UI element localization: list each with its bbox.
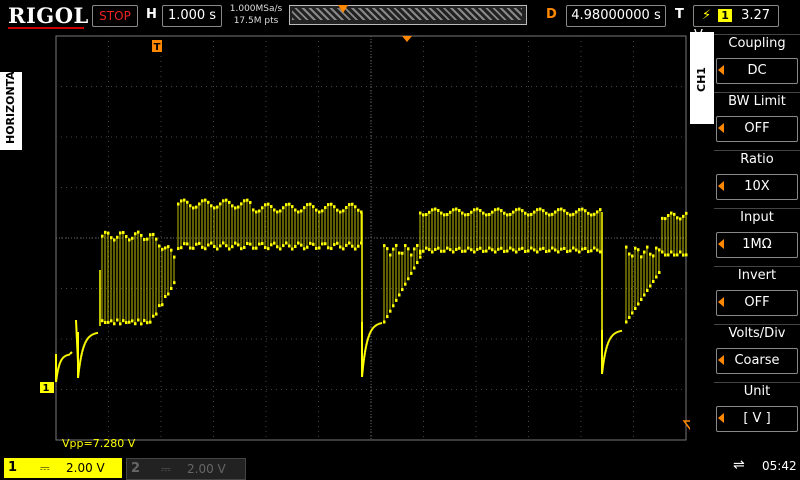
menu-divider xyxy=(714,266,800,267)
trigger-position-icon xyxy=(338,5,348,13)
trigger-label: T xyxy=(675,7,684,22)
trigger-position-marker: T xyxy=(152,40,162,53)
menu-divider xyxy=(714,324,800,325)
menu-label: Ratio xyxy=(740,152,774,167)
waveform-area[interactable]: T 1 HORIZONTAL xyxy=(0,32,800,450)
ch1-number: 1 xyxy=(8,460,18,475)
timebase-label: H xyxy=(146,7,157,22)
menu-button-ratio[interactable]: Ratio 10X xyxy=(714,150,800,206)
menu-value: [ V ] xyxy=(716,406,798,432)
menu-divider xyxy=(714,34,800,35)
menu-label: BW Limit xyxy=(728,94,786,109)
menu-arrow-icon xyxy=(718,123,724,133)
top-status-bar: RIGOL STOP H 1.000 s 1.000MSa/s 17.5M pt… xyxy=(0,0,800,43)
trigger-source: 1 xyxy=(718,9,732,22)
menu-value: OFF xyxy=(716,116,798,142)
trigger-info[interactable]: ⚡ 1 3.27 V xyxy=(693,5,779,43)
menu-value: 10X xyxy=(716,174,798,200)
menu-divider xyxy=(714,92,800,93)
menu-label: Invert xyxy=(737,268,777,283)
channel-menu: CH1 Coupling DC BW Limit OFF Ratio 10X Input 1M… xyxy=(690,32,800,450)
usb-icon: ⇌ xyxy=(733,457,745,473)
menu-arrow-icon xyxy=(718,181,724,191)
ch1-scale: 2.00 V xyxy=(66,461,105,475)
menu-arrow-icon xyxy=(718,297,724,307)
trigger-edge-icon: ⚡ xyxy=(702,8,712,23)
menu-label: Coupling xyxy=(728,36,786,51)
ch1-ground-marker[interactable]: 1 xyxy=(40,382,54,394)
menu-arrow-icon xyxy=(718,355,724,365)
menu-label: Unit xyxy=(743,384,771,399)
bottom-status-bar: 1 ⎓ 2.00 V 2 ⎓ 2.00 V ⇌ 05:42 xyxy=(0,450,800,480)
horizontal-menu-tab[interactable]: HORIZONTAL xyxy=(0,64,22,150)
menu-button-bw-limit[interactable]: BW Limit OFF xyxy=(714,92,800,148)
menu-value: Coarse xyxy=(716,348,798,374)
delay-value[interactable]: 4.98000000 s xyxy=(566,5,666,27)
menu-label: Volts/Div xyxy=(728,326,786,341)
menu-divider xyxy=(714,382,800,383)
svg-text:1: 1 xyxy=(43,383,50,394)
svg-text:T: T xyxy=(154,42,161,53)
ch1-status[interactable]: 1 ⎓ 2.00 V xyxy=(4,458,122,478)
sample-info: 1.000MSa/s 17.5M pts xyxy=(228,3,284,27)
menu-button-invert[interactable]: Invert OFF xyxy=(714,266,800,322)
menu-arrow-icon xyxy=(718,239,724,249)
menu-arrow-icon xyxy=(718,65,724,75)
menu-button-coupling[interactable]: Coupling DC xyxy=(714,34,800,90)
menu-value: OFF xyxy=(716,290,798,316)
vpp-measurement: Vpp=7.280 V xyxy=(62,437,136,450)
ch1-menu-tab[interactable]: CH1 xyxy=(690,32,714,124)
ch2-scale: 2.00 V xyxy=(187,462,226,476)
menu-value: 1MΩ xyxy=(716,232,798,258)
dc-coupling-icon: ⎓ xyxy=(40,461,50,475)
menu-button-unit[interactable]: Unit [ V ] xyxy=(714,382,800,438)
memory-position-strip xyxy=(289,5,527,25)
menu-arrow-icon xyxy=(718,413,724,423)
ch2-number: 2 xyxy=(131,461,141,476)
run-stop-status[interactable]: STOP xyxy=(92,5,138,27)
delay-label: D xyxy=(546,7,557,22)
waveform-display: T 1 xyxy=(0,32,800,450)
memory-window xyxy=(292,8,522,20)
menu-divider xyxy=(714,150,800,151)
menu-divider xyxy=(714,208,800,209)
timebase-value[interactable]: 1.000 s xyxy=(162,5,222,27)
dc-coupling-icon: ⎓ xyxy=(161,462,171,476)
menu-button-input[interactable]: Input 1MΩ xyxy=(714,208,800,264)
sample-rate: 1.000MSa/s xyxy=(229,4,283,14)
ch2-status[interactable]: 2 ⎓ 2.00 V xyxy=(126,458,246,480)
memory-depth: 17.5M pts xyxy=(233,16,279,26)
clock: 05:42 xyxy=(762,459,797,473)
menu-value: DC xyxy=(716,58,798,84)
menu-button-volts-div[interactable]: Volts/Div Coarse xyxy=(714,324,800,380)
brand-underline xyxy=(8,27,84,29)
brand-logo: RIGOL xyxy=(8,3,89,28)
menu-label: Input xyxy=(740,210,774,225)
